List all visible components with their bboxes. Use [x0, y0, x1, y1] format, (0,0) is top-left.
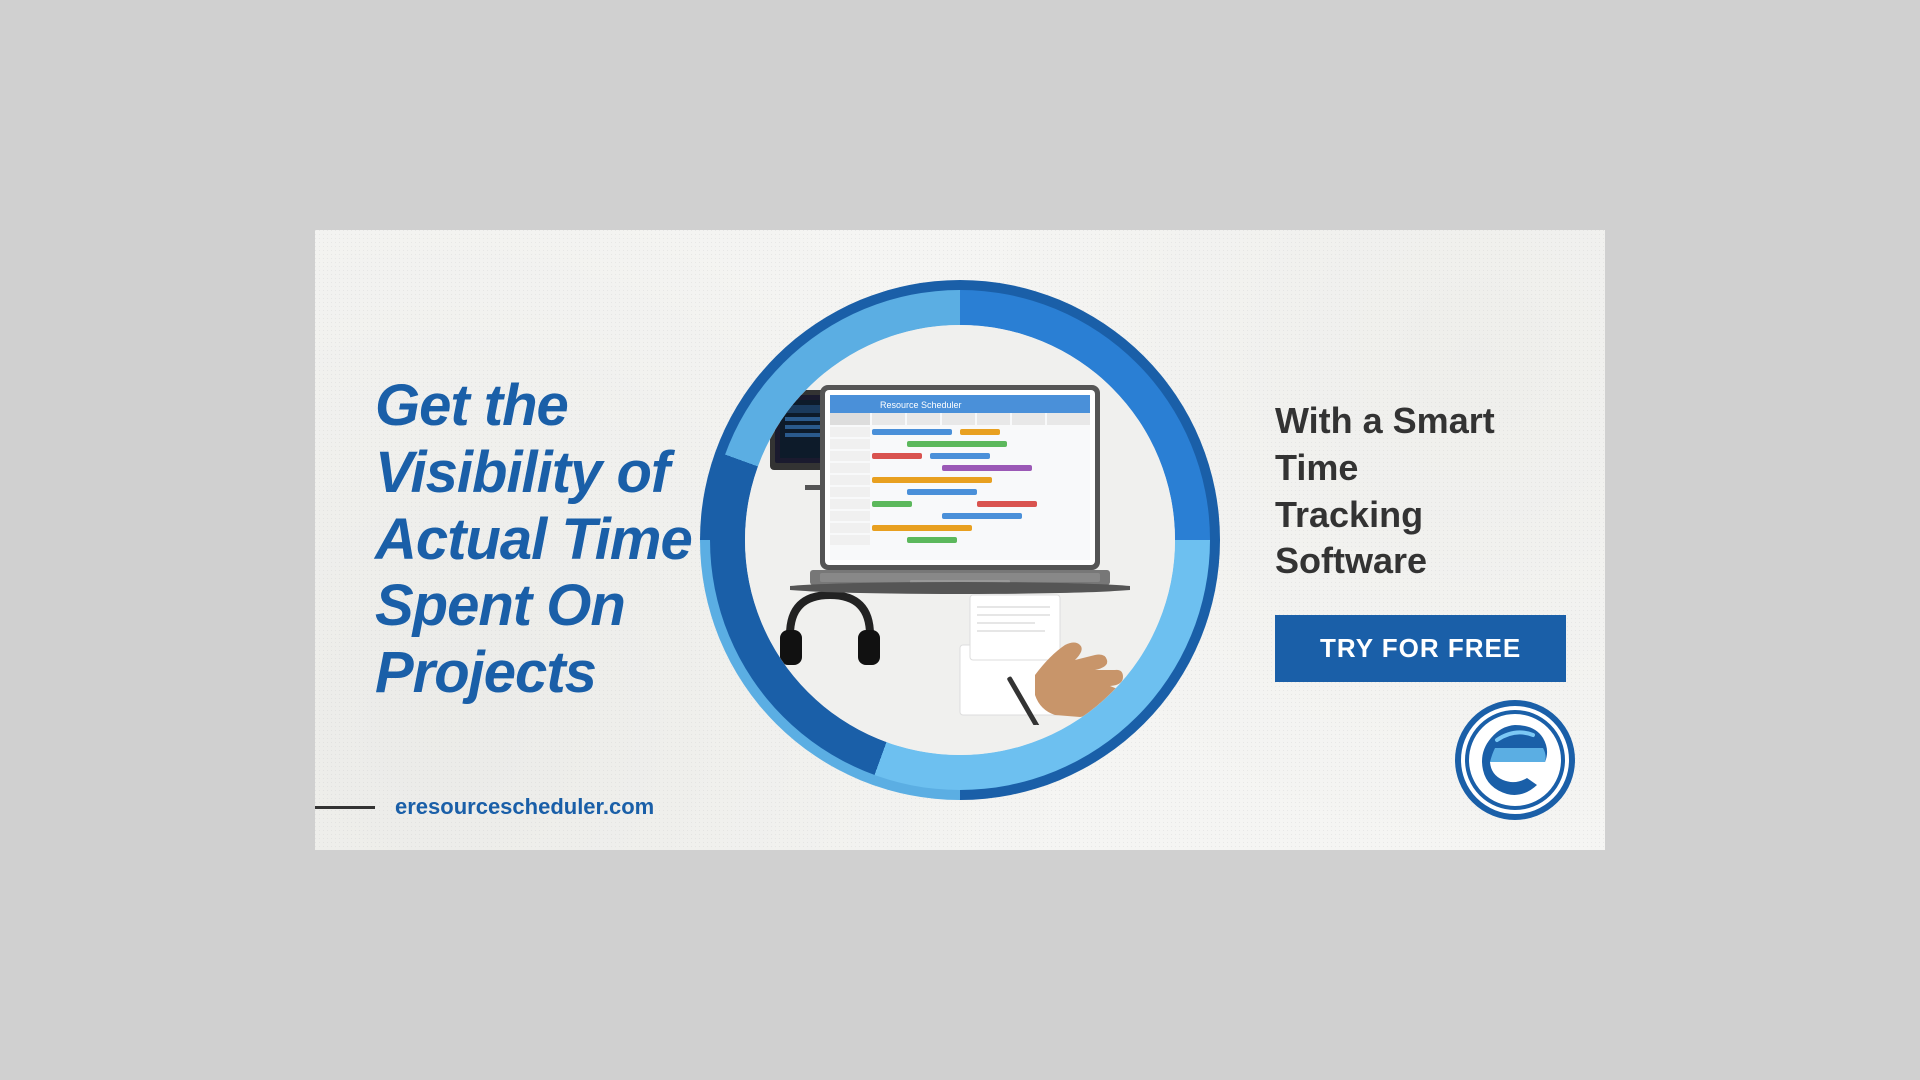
- website-line-divider: [315, 806, 375, 809]
- laptop-scene: Resource Scheduler: [745, 325, 1175, 755]
- hand-icon: [955, 585, 1135, 725]
- headline-line5: Projects: [375, 640, 596, 705]
- center-circle: Resource Scheduler: [700, 280, 1220, 800]
- svg-text:Resource Scheduler: Resource Scheduler: [880, 400, 962, 410]
- brand-logo: [1455, 700, 1575, 820]
- website-url: eresourcescheduler.com: [395, 794, 654, 820]
- ad-banner: Get the Visibility of Actual Time Spent …: [315, 230, 1605, 850]
- circle-inner-ring: Resource Scheduler: [710, 290, 1210, 790]
- main-headline: Get the Visibility of Actual Time Spent …: [375, 373, 695, 706]
- cta-button[interactable]: TRY FOR FREE: [1275, 615, 1566, 682]
- sub-headline: With a Smart Time Tracking Software: [1275, 398, 1575, 585]
- headline-line3: Actual Time: [375, 507, 692, 572]
- circle-outer-ring: Resource Scheduler: [700, 280, 1220, 800]
- headline-line2: Visibility of: [375, 440, 669, 505]
- sub-headline-line2: Tracking Software: [1275, 494, 1427, 582]
- left-text-section: Get the Visibility of Actual Time Spent …: [315, 333, 735, 746]
- logo-svg: [1465, 710, 1565, 810]
- circle-content: Resource Scheduler: [745, 325, 1175, 755]
- website-bar: eresourcescheduler.com: [315, 794, 654, 820]
- headline-line4: Spent On: [375, 573, 625, 638]
- sub-headline-line1: With a Smart Time: [1275, 400, 1495, 488]
- headline-line1: Get the: [375, 373, 568, 438]
